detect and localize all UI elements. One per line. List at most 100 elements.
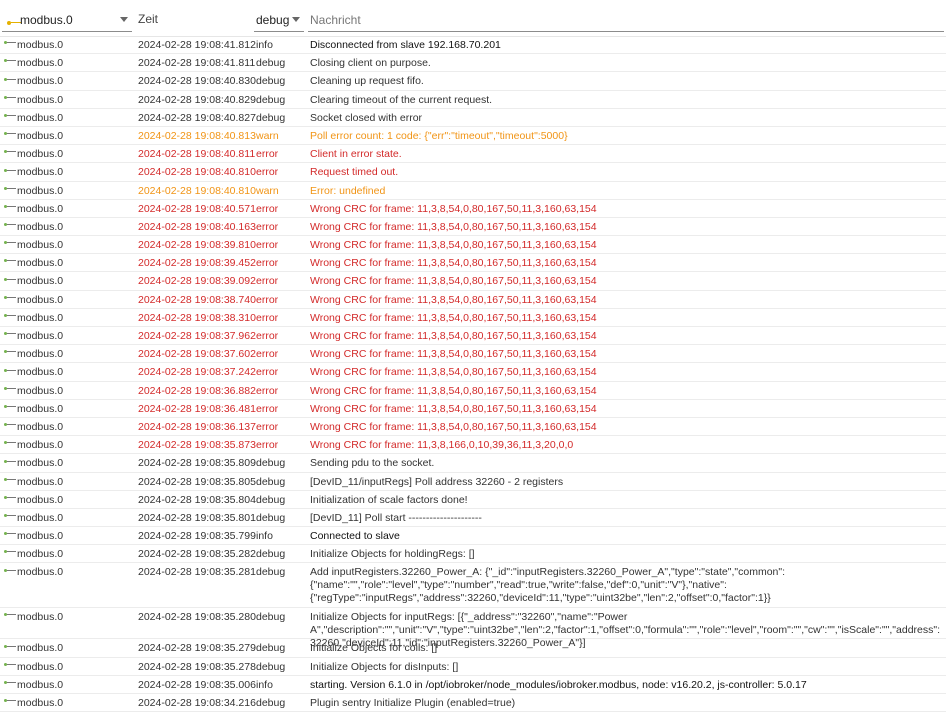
adapter-icon [4,350,16,354]
log-message: Initialize Objects for holdingRegs: [] [310,548,475,561]
log-source-name: modbus.0 [17,275,64,288]
log-time: 2024-02-28 19:08:36.481 [138,402,256,415]
log-severity: debug [256,566,286,579]
log-time: 2024-02-28 19:08:35.873 [138,439,256,452]
log-severity: error [256,148,279,161]
log-severity: error [256,311,279,324]
log-message: Initialize Objects for disInputs: [] [310,660,459,673]
log-row: modbus.0 2024-02-28 19:08:37.962 error Wron… [0,327,946,346]
log-source-name: modbus.0 [17,220,64,233]
adapter-icon [4,423,16,427]
log-row: modbus.0 2024-02-28 19:08:39.092 error Wron… [0,272,946,291]
adapter-icon [4,441,16,445]
severity-filter-select[interactable]: debug [254,8,304,32]
log-severity: error [256,366,279,379]
log-row: modbus.0 2024-02-28 19:08:40.830 debug Clea… [0,72,946,91]
log-source: modbus.0 [4,385,63,397]
log-row: modbus.0 2024-02-28 19:08:35.801 debug [Dev… [0,509,946,528]
log-severity: debug [256,493,286,506]
log-time: 2024-02-28 19:08:41.812 [138,39,256,51]
log-source-name: modbus.0 [17,202,64,215]
log-time: 2024-02-28 19:08:35.799 [138,530,256,543]
log-time: 2024-02-28 19:08:39.452 [138,257,256,270]
log-time: 2024-02-28 19:08:39.092 [138,275,256,288]
log-row: modbus.0 2024-02-28 19:08:40.813 warn Poll … [0,127,946,146]
log-row: modbus.0 2024-02-28 19:08:35.278 debug Init… [0,658,946,676]
log-time: 2024-02-28 19:08:35.280 [138,611,256,624]
log-severity: debug [256,57,286,70]
log-severity: error [256,202,279,215]
adapter-icon [4,113,16,118]
log-row: modbus.0 2024-02-28 19:08:40.811 error Clie… [0,145,946,164]
adapter-icon [4,41,16,45]
log-severity: error [256,293,279,306]
source-filter-select[interactable]: modbus.0 [2,8,132,32]
log-source: modbus.0 [4,697,63,709]
log-severity: debug [256,75,286,88]
log-time: 2024-02-28 19:08:38.310 [138,311,256,324]
log-time: 2024-02-28 19:08:35.809 [138,457,256,470]
log-severity: debug [256,696,286,709]
log-row: modbus.0 2024-02-28 19:08:41.812 info Disco… [0,36,946,55]
source-filter-value: modbus.0 [20,13,73,27]
log-time: 2024-02-28 19:08:40.827 [138,111,256,124]
log-message: Add inputRegisters.32260_Power_A: {"_id"… [310,566,786,605]
log-source: modbus.0 [4,39,63,51]
log-row: modbus.0 2024-02-28 19:08:35.809 debug Send… [0,454,946,473]
log-source-name: modbus.0 [17,239,64,252]
adapter-icon [4,150,16,154]
log-source-name: modbus.0 [17,39,64,51]
message-filter-input[interactable]: Nachricht [308,8,944,32]
log-time: 2024-02-28 19:08:35.278 [138,660,256,673]
chevron-down-icon[interactable] [120,17,128,22]
adapter-icon [4,277,16,282]
log-time: 2024-02-28 19:08:40.571 [138,202,256,215]
log-row: modbus.0 2024-02-28 19:08:37.242 error Wron… [0,363,946,382]
chevron-down-icon[interactable] [292,17,300,22]
log-message: Poll error count: 1 code: {"err":"timeou… [310,129,568,142]
log-time: 2024-02-28 19:08:40.810 [138,184,256,197]
log-time: 2024-02-28 19:08:40.829 [138,93,256,106]
log-message: Initialization of scale factors done! [310,493,468,506]
log-severity: error [256,166,279,179]
log-message: Wrong CRC for frame: 11,3,8,54,0,80,167,… [310,366,597,379]
log-severity: error [256,420,279,433]
log-severity: info [256,530,273,543]
log-row: modbus.0 2024-02-28 19:08:38.310 error Wron… [0,309,946,327]
adapter-icon [4,477,16,482]
log-row: modbus.0 2024-02-28 19:08:40.571 error Wron… [0,200,946,218]
log-source-name: modbus.0 [17,384,64,397]
log-severity: error [256,348,279,361]
log-row: modbus.0 2024-02-28 19:08:36.481 error Wron… [0,400,946,418]
adapter-icon [4,514,16,518]
log-source: modbus.0 [4,112,63,124]
log-source-name: modbus.0 [17,75,64,88]
log-row: modbus.0 2024-02-28 19:08:40.163 error Wron… [0,218,946,237]
log-severity: error [256,257,279,270]
log-message: Wrong CRC for frame: 11,3,8,54,0,80,167,… [310,257,597,270]
log-source-name: modbus.0 [17,166,64,179]
adapter-icon [4,550,16,554]
log-message: [DevID_11] Poll start ------------------… [310,511,482,524]
log-message: Wrong CRC for frame: 11,3,8,54,0,80,167,… [310,348,597,361]
log-source-name: modbus.0 [17,457,64,470]
log-source-name: modbus.0 [17,642,64,655]
log-time: 2024-02-28 19:08:39.810 [138,239,256,252]
log-row: modbus.0 2024-02-28 19:08:35.006 info start… [0,676,946,694]
log-source-name: modbus.0 [17,493,64,506]
log-row: modbus.0 2024-02-28 19:08:39.452 error Wron… [0,254,946,273]
log-source: modbus.0 [4,457,63,469]
adapter-icon [4,681,16,685]
log-row: modbus.0 2024-02-28 19:08:35.799 info Conne… [0,527,946,546]
log-message: Wrong CRC for frame: 11,3,8,54,0,80,167,… [310,420,597,433]
log-row: modbus.0 2024-02-28 19:08:39.810 error Wron… [0,236,946,255]
adapter-icon [4,699,16,703]
log-row: modbus.0 2024-02-28 19:08:40.829 debug Clea… [0,91,946,109]
log-source: modbus.0 [4,257,63,269]
log-source: modbus.0 [4,476,63,488]
log-source: modbus.0 [4,130,63,142]
log-source: modbus.0 [4,366,63,378]
adapter-icon [7,21,21,25]
log-message: Error: undefined [310,184,386,197]
log-source: modbus.0 [4,57,63,69]
